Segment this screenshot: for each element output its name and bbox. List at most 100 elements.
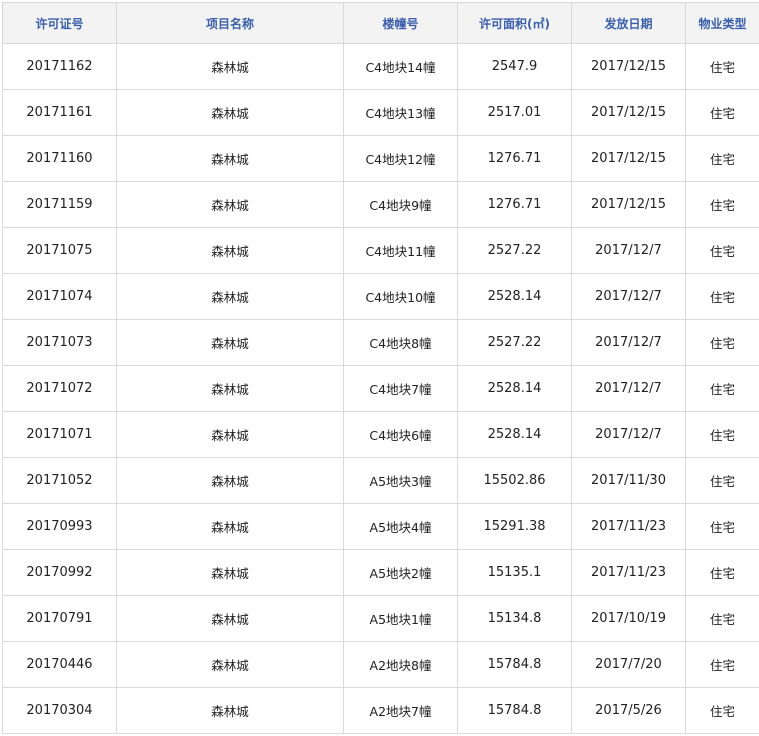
header-project-name: 项目名称 xyxy=(116,2,344,44)
project-name-cell: 森林城 xyxy=(116,273,344,320)
project-name-cell: 森林城 xyxy=(116,503,344,550)
permit-area-cell: 2547.9 xyxy=(457,43,572,90)
table-row: 20170992 森林城 A5地块2幢 15135.1 2017/11/23 住宅 xyxy=(2,549,759,596)
header-permit-area: 许可面积(㎡) xyxy=(457,2,572,44)
issue-date-cell: 2017/11/30 xyxy=(571,457,686,504)
property-type-cell: 住宅 xyxy=(685,43,759,90)
permit-number-cell: 20171073 xyxy=(2,319,117,366)
building-number-cell: C4地块11幢 xyxy=(343,227,458,274)
property-type-cell: 住宅 xyxy=(685,411,759,458)
permit-table-container: 许可证号 项目名称 楼幢号 许可面积(㎡) 发放日期 物业类型 20171162… xyxy=(2,2,759,734)
property-type-cell: 住宅 xyxy=(685,641,759,688)
issue-date-cell: 2017/12/7 xyxy=(571,227,686,274)
permit-table: 许可证号 项目名称 楼幢号 许可面积(㎡) 发放日期 物业类型 20171162… xyxy=(2,2,759,734)
project-name-cell: 森林城 xyxy=(116,227,344,274)
table-row: 20171075 森林城 C4地块11幢 2527.22 2017/12/7 住宅 xyxy=(2,227,759,274)
building-number-cell: A5地块1幢 xyxy=(343,595,458,642)
table-row: 20171162 森林城 C4地块14幢 2547.9 2017/12/15 住宅 xyxy=(2,43,759,90)
project-name-cell: 森林城 xyxy=(116,319,344,366)
project-name-cell: 森林城 xyxy=(116,181,344,228)
building-number-cell: C4地块7幢 xyxy=(343,365,458,412)
building-number-cell: C4地块12幢 xyxy=(343,135,458,182)
issue-date-cell: 2017/12/7 xyxy=(571,273,686,320)
issue-date-cell: 2017/12/7 xyxy=(571,319,686,366)
table-body: 20171162 森林城 C4地块14幢 2547.9 2017/12/15 住宅 2017… xyxy=(2,43,759,734)
table-row: 20170304 森林城 A2地块7幢 15784.8 2017/5/26 住宅 xyxy=(2,687,759,734)
table-row: 20171052 森林城 A5地块3幢 15502.86 2017/11/30 住宅 xyxy=(2,457,759,504)
property-type-cell: 住宅 xyxy=(685,595,759,642)
property-type-cell: 住宅 xyxy=(685,227,759,274)
property-type-cell: 住宅 xyxy=(685,549,759,596)
permit-number-cell: 20171161 xyxy=(2,89,117,136)
issue-date-cell: 2017/12/7 xyxy=(571,365,686,412)
permit-number-cell: 20171074 xyxy=(2,273,117,320)
project-name-cell: 森林城 xyxy=(116,411,344,458)
header-permit-number: 许可证号 xyxy=(2,2,117,44)
permit-number-cell: 20171071 xyxy=(2,411,117,458)
property-type-cell: 住宅 xyxy=(685,687,759,734)
building-number-cell: C4地块13幢 xyxy=(343,89,458,136)
project-name-cell: 森林城 xyxy=(116,687,344,734)
table-row: 20171071 森林城 C4地块6幢 2528.14 2017/12/7 住宅 xyxy=(2,411,759,458)
header-building-number: 楼幢号 xyxy=(343,2,458,44)
project-name-cell: 森林城 xyxy=(116,365,344,412)
building-number-cell: C4地块6幢 xyxy=(343,411,458,458)
building-number-cell: A5地块4幢 xyxy=(343,503,458,550)
permit-area-cell: 2528.14 xyxy=(457,273,572,320)
permit-area-cell: 15784.8 xyxy=(457,687,572,734)
permit-area-cell: 15784.8 xyxy=(457,641,572,688)
permit-number-cell: 20170993 xyxy=(2,503,117,550)
table-row: 20171161 森林城 C4地块13幢 2517.01 2017/12/15 住宅 xyxy=(2,89,759,136)
permit-area-cell: 15291.38 xyxy=(457,503,572,550)
issue-date-cell: 2017/11/23 xyxy=(571,503,686,550)
project-name-cell: 森林城 xyxy=(116,135,344,182)
building-number-cell: C4地块8幢 xyxy=(343,319,458,366)
building-number-cell: A2地块7幢 xyxy=(343,687,458,734)
permit-area-cell: 2528.14 xyxy=(457,411,572,458)
table-row: 20171073 森林城 C4地块8幢 2527.22 2017/12/7 住宅 xyxy=(2,319,759,366)
table-row: 20171160 森林城 C4地块12幢 1276.71 2017/12/15 住宅 xyxy=(2,135,759,182)
permit-area-cell: 15135.1 xyxy=(457,549,572,596)
property-type-cell: 住宅 xyxy=(685,503,759,550)
issue-date-cell: 2017/12/7 xyxy=(571,411,686,458)
property-type-cell: 住宅 xyxy=(685,365,759,412)
table-row: 20170993 森林城 A5地块4幢 15291.38 2017/11/23 住宅 xyxy=(2,503,759,550)
issue-date-cell: 2017/12/15 xyxy=(571,135,686,182)
permit-number-cell: 20171052 xyxy=(2,457,117,504)
building-number-cell: A2地块8幢 xyxy=(343,641,458,688)
building-number-cell: A5地块3幢 xyxy=(343,457,458,504)
permit-area-cell: 15502.86 xyxy=(457,457,572,504)
permit-number-cell: 20170992 xyxy=(2,549,117,596)
issue-date-cell: 2017/12/15 xyxy=(571,181,686,228)
permit-area-cell: 2527.22 xyxy=(457,227,572,274)
property-type-cell: 住宅 xyxy=(685,135,759,182)
project-name-cell: 森林城 xyxy=(116,641,344,688)
permit-number-cell: 20171159 xyxy=(2,181,117,228)
table-row: 20170446 森林城 A2地块8幢 15784.8 2017/7/20 住宅 xyxy=(2,641,759,688)
building-number-cell: C4地块14幢 xyxy=(343,43,458,90)
permit-number-cell: 20171072 xyxy=(2,365,117,412)
permit-number-cell: 20170791 xyxy=(2,595,117,642)
issue-date-cell: 2017/10/19 xyxy=(571,595,686,642)
permit-area-cell: 2517.01 xyxy=(457,89,572,136)
project-name-cell: 森林城 xyxy=(116,457,344,504)
permit-number-cell: 20171075 xyxy=(2,227,117,274)
table-row: 20171074 森林城 C4地块10幢 2528.14 2017/12/7 住宅 xyxy=(2,273,759,320)
issue-date-cell: 2017/7/20 xyxy=(571,641,686,688)
project-name-cell: 森林城 xyxy=(116,595,344,642)
property-type-cell: 住宅 xyxy=(685,457,759,504)
table-row: 20171072 森林城 C4地块7幢 2528.14 2017/12/7 住宅 xyxy=(2,365,759,412)
project-name-cell: 森林城 xyxy=(116,43,344,90)
header-property-type: 物业类型 xyxy=(685,2,759,44)
permit-number-cell: 20170446 xyxy=(2,641,117,688)
building-number-cell: C4地块10幢 xyxy=(343,273,458,320)
property-type-cell: 住宅 xyxy=(685,89,759,136)
permit-number-cell: 20171160 xyxy=(2,135,117,182)
permit-area-cell: 1276.71 xyxy=(457,135,572,182)
permit-area-cell: 2527.22 xyxy=(457,319,572,366)
project-name-cell: 森林城 xyxy=(116,549,344,596)
building-number-cell: C4地块9幢 xyxy=(343,181,458,228)
property-type-cell: 住宅 xyxy=(685,319,759,366)
permit-number-cell: 20170304 xyxy=(2,687,117,734)
building-number-cell: A5地块2幢 xyxy=(343,549,458,596)
